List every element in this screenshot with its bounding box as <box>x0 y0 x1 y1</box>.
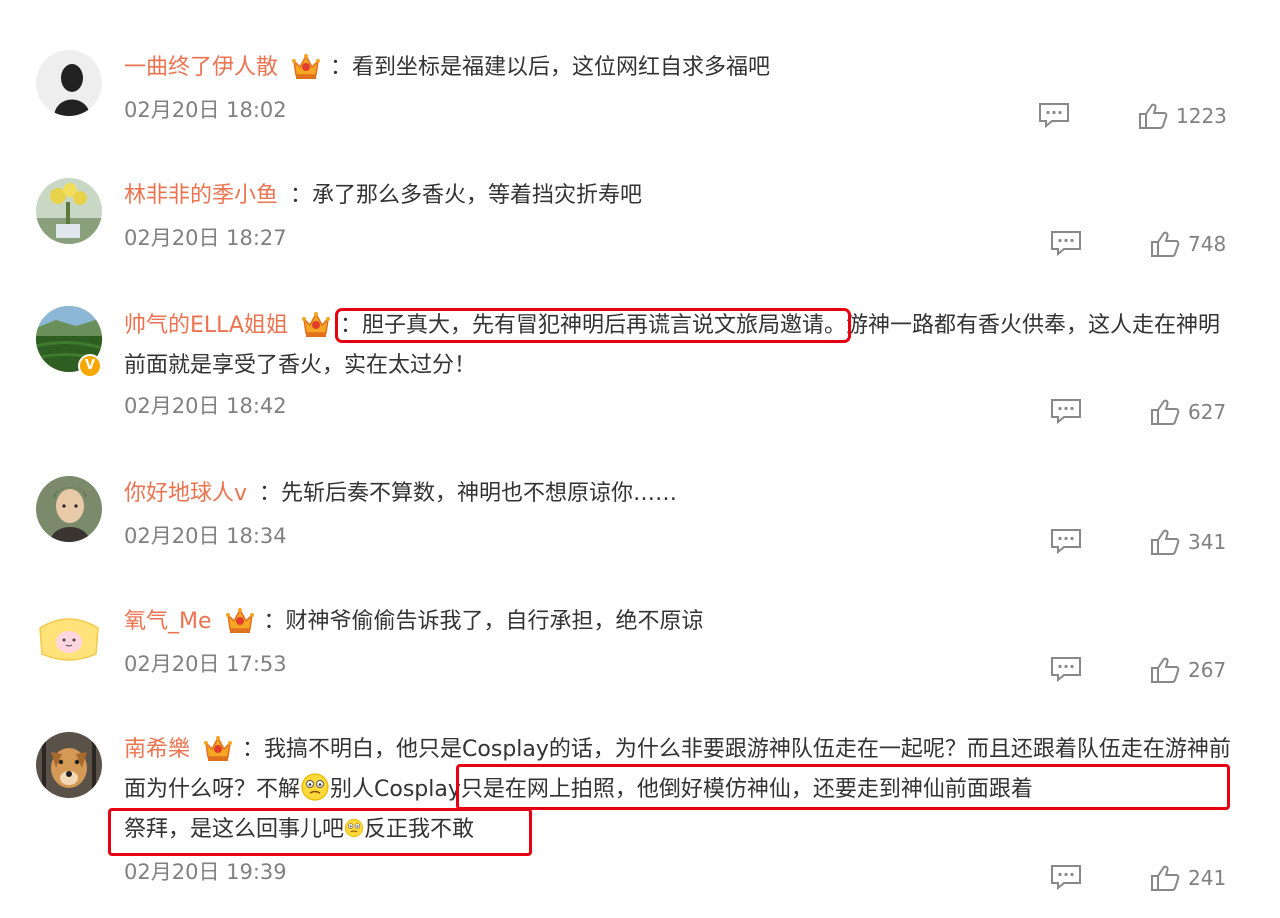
username-link[interactable]: 你好地球人v <box>124 481 247 506</box>
highlighted-text: 祭拜，是这么回事儿吧 <box>124 817 345 842</box>
comment-text: 看到坐标是福建以后，这位网红自求多福吧 <box>352 55 771 80</box>
thumbs-up-icon[interactable] <box>1150 528 1180 556</box>
username-link[interactable]: 氧气_Me <box>124 609 212 634</box>
avatar[interactable] <box>36 732 102 798</box>
comment-text: 先斩后奏不算数，神明也不想原谅你…… <box>281 481 678 506</box>
separator: ： <box>259 481 282 506</box>
avatar[interactable] <box>36 604 102 670</box>
thumbs-up-icon[interactable] <box>1150 398 1180 426</box>
comment-reply-icon[interactable] <box>1050 528 1082 554</box>
comment-text-line: 林非非的季小鱼 ：承了那么多香火，等着挡灾折寿吧 <box>124 176 1234 216</box>
verified-badge-icon: V <box>78 354 102 378</box>
comment-text-line: 南希樂 ：我搞不明白，他只是Cosplay的话，为什么非要跟游神队伍走在一起呢？而… <box>124 730 1234 850</box>
thumbs-up-icon[interactable] <box>1150 864 1180 892</box>
comment-reply-icon[interactable] <box>1050 230 1082 256</box>
comment-text-line: 氧气_Me ：财神爷偷偷告诉我了，自行承担，绝不原谅 <box>124 602 1234 642</box>
separator: ： <box>263 609 286 634</box>
highlighted-text: 别人Cosplay只是在网上拍照，他倒好模仿神仙，还要走到神仙前面跟着 <box>330 777 1033 802</box>
thinking-emoji-icon <box>344 818 364 838</box>
comment-time: 02月20日 18:27 <box>124 226 287 250</box>
comment-text: 承了那么多香火，等着挡灾折寿吧 <box>312 183 643 208</box>
like-count: 267 <box>1188 658 1227 682</box>
vip-crown-icon <box>202 733 234 763</box>
like-count: 748 <box>1188 232 1227 256</box>
avatar[interactable] <box>36 178 102 244</box>
vip-crown-icon <box>224 605 256 635</box>
like-count: 341 <box>1188 530 1227 554</box>
separator: ： <box>290 183 313 208</box>
comment-reply-icon[interactable] <box>1050 656 1082 682</box>
comment-reply-icon[interactable] <box>1050 864 1082 890</box>
username-link[interactable]: 南希樂 <box>124 737 190 762</box>
like-count: 627 <box>1188 400 1227 424</box>
comment-text-line: 一曲终了伊人散 ：看到坐标是福建以后，这位网红自求多福吧 <box>124 48 1234 88</box>
username-link[interactable]: 帅气的ELLA姐姐 <box>124 313 288 338</box>
comment-text-line: 帅气的ELLA姐姐 ：胆子真大，先有冒犯神明后再谎言说文旅局邀请。游神一路都有香火… <box>124 306 1224 386</box>
avatar[interactable] <box>36 50 102 116</box>
like-count: 1223 <box>1176 104 1227 128</box>
username-link[interactable]: 林非非的季小鱼 <box>124 183 278 208</box>
thinking-emoji-icon <box>300 772 330 802</box>
thumbs-up-icon[interactable] <box>1150 656 1180 684</box>
highlighted-text: ：胆子真大，先有冒犯神明后再谎言说文旅局邀请。 <box>334 308 852 343</box>
vip-crown-icon <box>300 309 332 339</box>
vip-crown-icon <box>290 51 322 81</box>
separator: ： <box>242 737 265 762</box>
comment-reply-icon[interactable] <box>1050 398 1082 424</box>
like-count: 241 <box>1188 866 1227 890</box>
username-link[interactable]: 一曲终了伊人散 <box>124 55 278 80</box>
thumbs-up-icon[interactable] <box>1138 102 1168 130</box>
comment-time: 02月20日 18:34 <box>124 524 287 548</box>
comment-time: 02月20日 18:02 <box>124 98 287 122</box>
comment-time: 02月20日 19:39 <box>124 860 287 884</box>
highlighted-text: 反正我不敢 <box>364 817 475 842</box>
comment-text-line: 你好地球人v ：先斩后奏不算数，神明也不想原谅你…… <box>124 474 1234 514</box>
separator: ： <box>339 313 362 338</box>
thumbs-up-icon[interactable] <box>1150 230 1180 258</box>
comment-time: 02月20日 18:42 <box>124 394 287 418</box>
comment-text: 财神爷偷偷告诉我了，自行承担，绝不原谅 <box>285 609 704 634</box>
separator: ： <box>330 55 353 80</box>
avatar[interactable] <box>36 476 102 542</box>
comment-time: 02月20日 17:53 <box>124 652 287 676</box>
comment-text: 胆子真大，先有冒犯神明后再谎言说文旅局邀请。 <box>362 313 847 338</box>
comment-reply-icon[interactable] <box>1038 102 1070 128</box>
